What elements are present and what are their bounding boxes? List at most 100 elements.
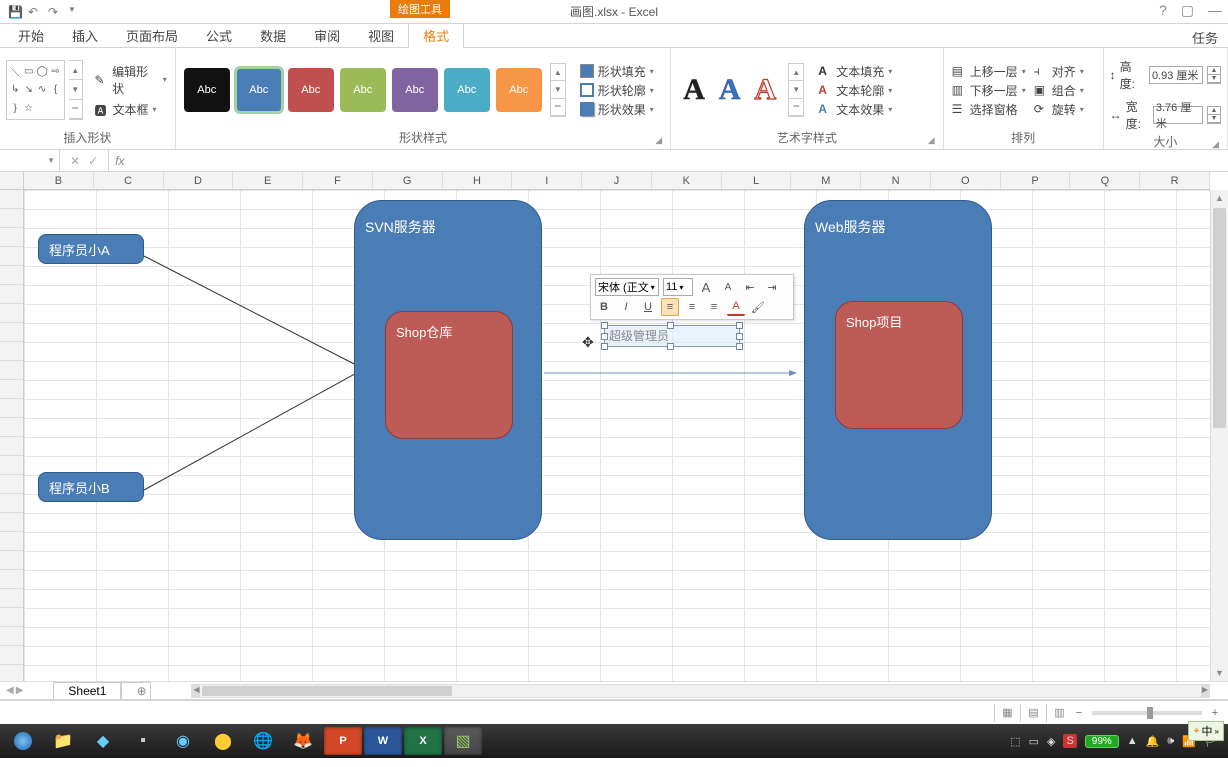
shape-style-thumb-5[interactable]: Abc (444, 68, 490, 112)
row-header[interactable] (0, 266, 23, 285)
firefox-icon[interactable]: 🦊 (284, 727, 322, 755)
shape-style-thumb-4[interactable]: Abc (392, 68, 438, 112)
tray-icon-2[interactable]: ▭ (1029, 735, 1039, 748)
shape-brace2-icon[interactable]: } (9, 100, 21, 117)
height-input[interactable]: 0.93 厘米 (1149, 66, 1203, 84)
wordart-style-1[interactable]: A (683, 73, 705, 107)
scroll-up-icon[interactable]: ▲ (551, 64, 565, 81)
normal-view-icon[interactable]: ▦ (994, 704, 1020, 722)
zoom-out-icon[interactable]: − (1072, 707, 1086, 719)
dialog-launcher-icon[interactable]: ◢ (928, 135, 935, 146)
resize-handle-w[interactable] (601, 333, 608, 340)
col-header-G[interactable]: G (373, 172, 443, 189)
cell-grid[interactable]: 程序员小A 程序员小B SVN服务器 Shop仓库 Web服务器 Shop项目 … (24, 190, 1210, 681)
scroll-up-icon[interactable]: ▲ (69, 61, 82, 80)
scroll-left-icon[interactable]: ◀ (192, 685, 200, 697)
shape-effects-button[interactable]: 形状效果 ▾ (578, 101, 656, 118)
col-header-N[interactable]: N (861, 172, 931, 189)
scroll-down-icon[interactable]: ▼ (69, 80, 82, 99)
shape-shop-repo[interactable]: Shop仓库 (385, 311, 513, 439)
tray-icon-5[interactable]: 🔔 (1146, 735, 1160, 748)
app-icon-4[interactable]: ▧ (444, 727, 482, 755)
row-header[interactable] (0, 342, 23, 361)
col-header-P[interactable]: P (1001, 172, 1071, 189)
shape-style-thumb-1[interactable]: Abc (236, 68, 282, 112)
terminal-icon[interactable]: ▪ (124, 727, 162, 755)
resize-handle-ne[interactable] (736, 322, 743, 329)
scroll-more-icon[interactable]: ＝ (69, 100, 82, 119)
help-icon[interactable]: ? (1159, 2, 1167, 19)
zoom-slider-thumb[interactable] (1147, 707, 1153, 719)
row-header[interactable] (0, 304, 23, 323)
dialog-launcher-icon[interactable]: ◢ (1212, 139, 1219, 150)
tray-icon-6[interactable]: 🕪 (1167, 735, 1174, 748)
save-icon[interactable]: 💾 (8, 5, 22, 19)
shape-style-thumb-6[interactable]: Abc (496, 68, 542, 112)
wordart-gallery[interactable]: A A A (677, 73, 782, 107)
tab-view[interactable]: 视图 (354, 24, 408, 47)
col-header-E[interactable]: E (233, 172, 303, 189)
horizontal-scrollbar[interactable]: ◀ ▶ (191, 684, 1210, 698)
col-header-K[interactable]: K (652, 172, 722, 189)
shape-star-icon[interactable]: ☆ (22, 100, 34, 117)
tray-ime-icon[interactable]: S (1063, 734, 1076, 748)
excel-icon[interactable]: X (404, 727, 442, 755)
send-backward-button[interactable]: ▥下移一层▾ (950, 82, 1028, 99)
select-all-corner[interactable] (0, 172, 24, 190)
tab-formulas[interactable]: 公式 (192, 24, 246, 47)
scroll-down-icon[interactable]: ▼ (551, 81, 565, 98)
row-header[interactable] (0, 608, 23, 627)
row-header[interactable] (0, 285, 23, 304)
text-fill-button[interactable]: A 文本填充▾ (816, 63, 894, 80)
sheet-nav[interactable]: ◀▶ (0, 685, 29, 696)
col-header-B[interactable]: B (24, 172, 94, 189)
row-header[interactable] (0, 418, 23, 437)
col-header-F[interactable]: F (303, 172, 373, 189)
name-box[interactable]: ▼ (0, 150, 60, 171)
word-icon[interactable]: W (364, 727, 402, 755)
powerpoint-icon[interactable]: P (324, 727, 362, 755)
font-color-icon[interactable]: A (727, 298, 745, 316)
row-header[interactable] (0, 228, 23, 247)
shape-elbow-icon[interactable]: ↳ (9, 81, 21, 98)
col-header-H[interactable]: H (443, 172, 513, 189)
scroll-down-icon[interactable]: ▼ (1211, 665, 1228, 681)
zoom-slider[interactable] (1092, 711, 1202, 715)
tab-task[interactable]: 任务 (1192, 28, 1228, 47)
undo-icon[interactable]: ↶ (28, 5, 42, 19)
shape-shop-project[interactable]: Shop项目 (835, 301, 963, 429)
row-header[interactable] (0, 399, 23, 418)
zoom-in-icon[interactable]: + (1208, 707, 1222, 719)
cancel-icon[interactable]: ✕ (70, 154, 80, 168)
chrome-icon[interactable]: 🌐 (244, 727, 282, 755)
resize-handle-n[interactable] (667, 322, 674, 329)
tab-home[interactable]: 开始 (4, 24, 58, 47)
tray-icon-3[interactable]: ◈ (1047, 735, 1055, 748)
selected-shape[interactable]: 超级管理员 (604, 325, 740, 347)
fx-icon[interactable]: fx (109, 150, 130, 171)
tab-data[interactable]: 数据 (246, 24, 300, 47)
shapes-gallery[interactable]: ＼ ▭ ◯ ⇨ ↳ ↘ ∿ { } ☆ (6, 60, 65, 120)
qat-dropdown-icon[interactable]: ▼ (68, 5, 82, 19)
scroll-up-icon[interactable]: ▲ (789, 64, 803, 81)
group-button[interactable]: ▣组合▾ (1032, 82, 1086, 99)
row-header[interactable] (0, 323, 23, 342)
row-header[interactable] (0, 513, 23, 532)
resize-handle-nw[interactable] (601, 322, 608, 329)
battery-indicator[interactable]: 99% (1085, 735, 1119, 748)
tab-page-layout[interactable]: 页面布局 (112, 24, 192, 47)
row-header[interactable] (0, 494, 23, 513)
col-header-L[interactable]: L (722, 172, 792, 189)
scroll-more-icon[interactable]: ＝ (551, 99, 565, 116)
italic-icon[interactable]: I (617, 298, 635, 316)
column-headers[interactable]: BCDEFGHIJKLMNOPQR (24, 172, 1210, 190)
row-header[interactable] (0, 380, 23, 399)
row-header[interactable] (0, 551, 23, 570)
format-painter-icon[interactable]: 🖌 (749, 298, 767, 316)
shape-svn-server[interactable]: SVN服务器 Shop仓库 (354, 200, 542, 540)
wordart-style-2[interactable]: A (719, 73, 741, 107)
row-header[interactable] (0, 627, 23, 646)
rotate-button[interactable]: ⟳旋转▾ (1032, 101, 1086, 118)
align-right-icon[interactable]: ≡ (705, 298, 723, 316)
minimize-icon[interactable]: — (1208, 2, 1222, 19)
